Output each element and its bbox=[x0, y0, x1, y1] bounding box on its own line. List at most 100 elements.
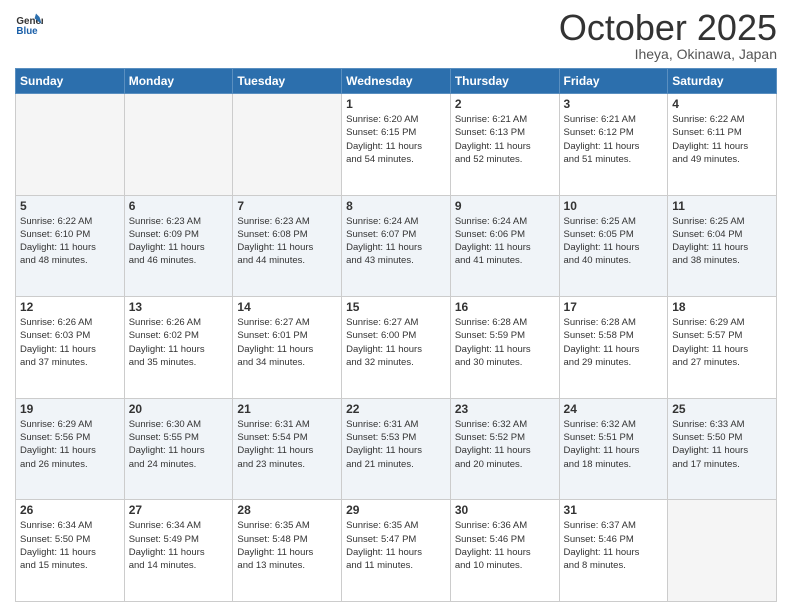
calendar-cell: 8Sunrise: 6:24 AMSunset: 6:07 PMDaylight… bbox=[342, 195, 451, 297]
calendar-cell: 22 Sunrise: 6:31 AMSunset: 5:53 PMDayligh… bbox=[342, 398, 451, 500]
calendar-cell: 31Sunrise: 6:37 AMSunset: 5:46 PMDayligh… bbox=[559, 500, 668, 602]
day-number: 6 bbox=[129, 199, 229, 213]
day-info: Sunrise: 6:37 AMSunset: 5:46 PMDaylight:… bbox=[564, 519, 664, 572]
day-info: Sunrise: 6:22 AMSunset: 6:11 PMDaylight:… bbox=[672, 113, 772, 166]
calendar-cell: 17 Sunrise: 6:28 AMSunset: 5:58 PMDayligh… bbox=[559, 297, 668, 399]
calendar-cell: 16Sunrise: 6:28 AMSunset: 5:59 PMDayligh… bbox=[450, 297, 559, 399]
day-number: 9 bbox=[455, 199, 555, 213]
title-block: October 2025 Iheya, Okinawa, Japan bbox=[559, 10, 777, 62]
logo-icon: General Blue bbox=[15, 10, 43, 38]
day-number: 28 bbox=[237, 503, 337, 517]
calendar-cell: 15Sunrise: 6:27 AMSunset: 6:00 PMDayligh… bbox=[342, 297, 451, 399]
col-wednesday: Wednesday bbox=[342, 69, 451, 94]
day-number: 14 bbox=[237, 300, 337, 314]
day-info: Sunrise: 6:26 AMSunset: 6:03 PMDaylight:… bbox=[20, 316, 120, 369]
calendar-week-0: 1Sunrise: 6:20 AMSunset: 6:15 PMDaylight… bbox=[16, 94, 777, 196]
day-number: 11 bbox=[672, 199, 772, 213]
col-sunday: Sunday bbox=[16, 69, 125, 94]
day-info: Sunrise: 6:23 AMSunset: 6:08 PMDaylight:… bbox=[237, 215, 337, 268]
calendar-cell: 9Sunrise: 6:24 AMSunset: 6:06 PMDaylight… bbox=[450, 195, 559, 297]
calendar-cell: 21 Sunrise: 6:31 AMSunset: 5:54 PMDayligh… bbox=[233, 398, 342, 500]
day-number: 10 bbox=[564, 199, 664, 213]
day-number: 17 bbox=[564, 300, 664, 314]
day-number: 27 bbox=[129, 503, 229, 517]
day-number: 25 bbox=[672, 402, 772, 416]
day-info: Sunrise: 6:31 AMSunset: 5:53 PMDaylight:… bbox=[346, 418, 446, 471]
month-title: October 2025 bbox=[559, 10, 777, 46]
day-number: 23 bbox=[455, 402, 555, 416]
day-info: Sunrise: 6:29 AMSunset: 5:57 PMDaylight:… bbox=[672, 316, 772, 369]
calendar-cell: 29 Sunrise: 6:35 AMSunset: 5:47 PMDayligh… bbox=[342, 500, 451, 602]
calendar-cell: 18 Sunrise: 6:29 AMSunset: 5:57 PMDayligh… bbox=[668, 297, 777, 399]
day-number: 5 bbox=[20, 199, 120, 213]
day-number: 21 bbox=[237, 402, 337, 416]
day-info: Sunrise: 6:21 AMSunset: 6:12 PMDaylight:… bbox=[564, 113, 664, 166]
calendar-cell: 4 Sunrise: 6:22 AMSunset: 6:11 PMDaylight… bbox=[668, 94, 777, 196]
day-info: Sunrise: 6:35 AMSunset: 5:47 PMDaylight:… bbox=[346, 519, 446, 572]
header: General Blue October 2025 Iheya, Okinawa… bbox=[15, 10, 777, 62]
day-number: 4 bbox=[672, 97, 772, 111]
calendar-header-row: Sunday Monday Tuesday Wednesday Thursday… bbox=[16, 69, 777, 94]
day-info: Sunrise: 6:30 AMSunset: 5:55 PMDaylight:… bbox=[129, 418, 229, 471]
day-info: Sunrise: 6:26 AMSunset: 6:02 PMDaylight:… bbox=[129, 316, 229, 369]
day-info: Sunrise: 6:36 AMSunset: 5:46 PMDaylight:… bbox=[455, 519, 555, 572]
calendar-cell: 19 Sunrise: 6:29 AMSunset: 5:56 PMDayligh… bbox=[16, 398, 125, 500]
day-info: Sunrise: 6:22 AMSunset: 6:10 PMDaylight:… bbox=[20, 215, 120, 268]
calendar-cell: 7Sunrise: 6:23 AMSunset: 6:08 PMDaylight… bbox=[233, 195, 342, 297]
calendar-cell: 28Sunrise: 6:35 AMSunset: 5:48 PMDayligh… bbox=[233, 500, 342, 602]
day-number: 22 bbox=[346, 402, 446, 416]
day-number: 29 bbox=[346, 503, 446, 517]
day-number: 15 bbox=[346, 300, 446, 314]
day-number: 19 bbox=[20, 402, 120, 416]
calendar-week-3: 19 Sunrise: 6:29 AMSunset: 5:56 PMDayligh… bbox=[16, 398, 777, 500]
location: Iheya, Okinawa, Japan bbox=[559, 46, 777, 62]
calendar-week-4: 26Sunrise: 6:34 AMSunset: 5:50 PMDayligh… bbox=[16, 500, 777, 602]
logo: General Blue bbox=[15, 10, 43, 38]
col-thursday: Thursday bbox=[450, 69, 559, 94]
calendar-cell: 26Sunrise: 6:34 AMSunset: 5:50 PMDayligh… bbox=[16, 500, 125, 602]
calendar-week-2: 12 Sunrise: 6:26 AMSunset: 6:03 PMDayligh… bbox=[16, 297, 777, 399]
day-number: 26 bbox=[20, 503, 120, 517]
day-info: Sunrise: 6:28 AMSunset: 5:58 PMDaylight:… bbox=[564, 316, 664, 369]
calendar-week-1: 5 Sunrise: 6:22 AMSunset: 6:10 PMDaylight… bbox=[16, 195, 777, 297]
day-number: 18 bbox=[672, 300, 772, 314]
svg-text:Blue: Blue bbox=[16, 26, 38, 37]
calendar-table: Sunday Monday Tuesday Wednesday Thursday… bbox=[15, 68, 777, 602]
day-info: Sunrise: 6:29 AMSunset: 5:56 PMDaylight:… bbox=[20, 418, 120, 471]
day-info: Sunrise: 6:33 AMSunset: 5:50 PMDaylight:… bbox=[672, 418, 772, 471]
day-number: 13 bbox=[129, 300, 229, 314]
day-info: Sunrise: 6:25 AMSunset: 6:05 PMDaylight:… bbox=[564, 215, 664, 268]
calendar-cell: 10 Sunrise: 6:25 AMSunset: 6:05 PMDayligh… bbox=[559, 195, 668, 297]
day-number: 24 bbox=[564, 402, 664, 416]
calendar-cell: 30Sunrise: 6:36 AMSunset: 5:46 PMDayligh… bbox=[450, 500, 559, 602]
calendar-cell: 2 Sunrise: 6:21 AMSunset: 6:13 PMDaylight… bbox=[450, 94, 559, 196]
calendar-cell: 24Sunrise: 6:32 AMSunset: 5:51 PMDayligh… bbox=[559, 398, 668, 500]
day-info: Sunrise: 6:23 AMSunset: 6:09 PMDaylight:… bbox=[129, 215, 229, 268]
calendar-cell: 25 Sunrise: 6:33 AMSunset: 5:50 PMDayligh… bbox=[668, 398, 777, 500]
day-info: Sunrise: 6:21 AMSunset: 6:13 PMDaylight:… bbox=[455, 113, 555, 166]
calendar-cell: 5 Sunrise: 6:22 AMSunset: 6:10 PMDaylight… bbox=[16, 195, 125, 297]
calendar-cell: 14Sunrise: 6:27 AMSunset: 6:01 PMDayligh… bbox=[233, 297, 342, 399]
col-monday: Monday bbox=[124, 69, 233, 94]
calendar-cell bbox=[668, 500, 777, 602]
day-info: Sunrise: 6:31 AMSunset: 5:54 PMDaylight:… bbox=[237, 418, 337, 471]
calendar-cell: 23 Sunrise: 6:32 AMSunset: 5:52 PMDayligh… bbox=[450, 398, 559, 500]
calendar-cell: 6 Sunrise: 6:23 AMSunset: 6:09 PMDaylight… bbox=[124, 195, 233, 297]
day-number: 1 bbox=[346, 97, 446, 111]
calendar-cell bbox=[16, 94, 125, 196]
day-info: Sunrise: 6:34 AMSunset: 5:49 PMDaylight:… bbox=[129, 519, 229, 572]
day-info: Sunrise: 6:28 AMSunset: 5:59 PMDaylight:… bbox=[455, 316, 555, 369]
day-number: 2 bbox=[455, 97, 555, 111]
page: General Blue October 2025 Iheya, Okinawa… bbox=[0, 0, 792, 612]
col-friday: Friday bbox=[559, 69, 668, 94]
day-info: Sunrise: 6:25 AMSunset: 6:04 PMDaylight:… bbox=[672, 215, 772, 268]
calendar-cell: 3 Sunrise: 6:21 AMSunset: 6:12 PMDaylight… bbox=[559, 94, 668, 196]
calendar-cell: 12 Sunrise: 6:26 AMSunset: 6:03 PMDayligh… bbox=[16, 297, 125, 399]
calendar-cell: 13 Sunrise: 6:26 AMSunset: 6:02 PMDayligh… bbox=[124, 297, 233, 399]
calendar-cell: 27 Sunrise: 6:34 AMSunset: 5:49 PMDayligh… bbox=[124, 500, 233, 602]
col-tuesday: Tuesday bbox=[233, 69, 342, 94]
day-number: 12 bbox=[20, 300, 120, 314]
day-number: 20 bbox=[129, 402, 229, 416]
day-number: 3 bbox=[564, 97, 664, 111]
day-info: Sunrise: 6:32 AMSunset: 5:52 PMDaylight:… bbox=[455, 418, 555, 471]
